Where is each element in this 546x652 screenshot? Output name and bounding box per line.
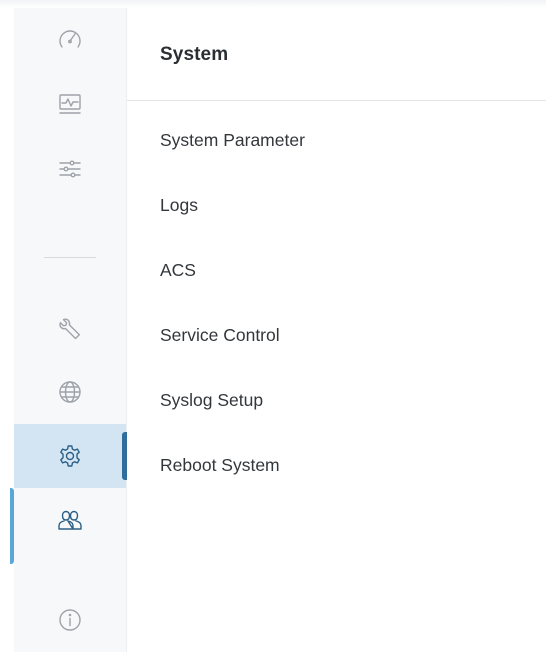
sidebar-item-system[interactable] xyxy=(14,424,127,488)
users-icon xyxy=(58,510,82,530)
settings-sliders-icon xyxy=(59,160,81,178)
sidebar-item-tools[interactable] xyxy=(14,296,126,360)
top-shadow xyxy=(0,0,546,8)
menu-item-reboot-system[interactable]: Reboot System xyxy=(160,455,305,520)
menu-item-system-parameter[interactable]: System Parameter xyxy=(160,130,305,195)
hover-indicator xyxy=(10,488,14,564)
dashboard-gauge-icon xyxy=(59,30,81,48)
sidebar-item-about[interactable] xyxy=(14,588,126,652)
panel-title: System xyxy=(160,44,229,65)
gear-icon xyxy=(60,445,80,467)
panel-header: System xyxy=(127,8,546,101)
sidebar xyxy=(10,8,127,652)
sidebar-item-monitoring[interactable] xyxy=(14,72,126,136)
sidebar-item-users[interactable] xyxy=(10,488,126,564)
monitoring-pulse-icon xyxy=(59,94,81,114)
menu-item-acs[interactable]: ACS xyxy=(160,260,305,325)
sidebar-item-network[interactable] xyxy=(14,360,126,424)
menu-item-logs[interactable]: Logs xyxy=(160,195,305,260)
globe-icon xyxy=(59,381,81,403)
sidebar-item-dashboard[interactable] xyxy=(14,8,126,72)
menu-item-syslog-setup[interactable]: Syslog Setup xyxy=(160,390,305,455)
submenu-panel: System System Parameter Logs ACS Service… xyxy=(127,8,546,652)
submenu-list: System Parameter Logs ACS Service Contro… xyxy=(160,130,305,520)
info-icon xyxy=(59,609,81,631)
sidebar-item-configuration[interactable] xyxy=(14,136,126,200)
menu-item-service-control[interactable]: Service Control xyxy=(160,325,305,390)
app-window: System System Parameter Logs ACS Service… xyxy=(0,0,546,652)
sidebar-divider xyxy=(44,257,96,258)
wrench-icon xyxy=(59,318,80,340)
